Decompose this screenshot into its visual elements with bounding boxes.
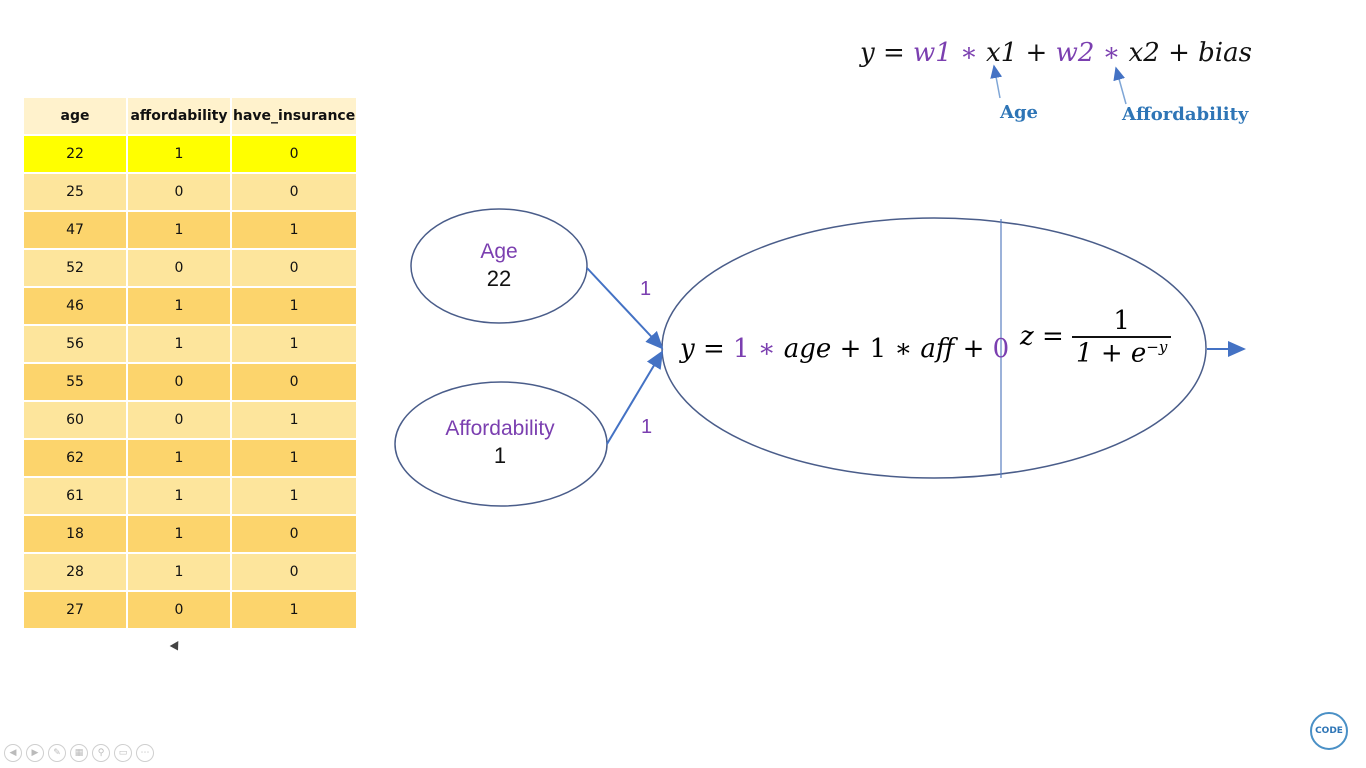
prev-slide-icon[interactable]: ◀ xyxy=(4,744,22,762)
x2-pointer-arrow xyxy=(1113,66,1127,105)
lin-age: age xyxy=(783,334,832,364)
lin-plus2: + xyxy=(962,334,985,364)
lin-aff: aff xyxy=(920,334,955,364)
age-node-title: Age xyxy=(480,240,518,263)
next-slide-icon[interactable]: ▶ xyxy=(26,744,44,762)
sigmoid-fraction: 1 1 + e−y xyxy=(1072,306,1172,369)
lin-star: ∗ xyxy=(757,334,776,364)
sig-den-base: 1 + e xyxy=(1076,338,1147,369)
sig-numerator: 1 xyxy=(1072,306,1172,338)
affordability-node-content: Affordability 1 xyxy=(420,417,580,469)
lin-y: y xyxy=(680,334,695,364)
sig-denominator: 1 + e−y xyxy=(1072,338,1171,369)
lin-bias: 0 xyxy=(992,334,1010,364)
network-diagram xyxy=(394,64,1246,507)
affordability-node-title: Affordability xyxy=(445,417,555,440)
pen-icon[interactable]: ✎ xyxy=(48,744,66,762)
affordability-edge-arrow xyxy=(606,350,664,445)
affordability-node-value: 1 xyxy=(493,443,507,468)
sig-exponent: −y xyxy=(1146,338,1168,356)
affordability-weight: 1 xyxy=(641,416,653,438)
more-options-icon[interactable]: ⋯ xyxy=(136,744,154,762)
lin-plus: + xyxy=(839,334,862,364)
sig-eq: = xyxy=(1041,321,1064,352)
age-node-content: Age 22 xyxy=(439,240,559,292)
sig-z: z xyxy=(1020,321,1034,352)
slideshow-controls: ◀ ▶ ✎ ▦ ⚲ ▭ ⋯ xyxy=(4,744,154,762)
sigmoid-equation: z = 1 1 + e−y xyxy=(1020,306,1172,369)
age-weight: 1 xyxy=(640,278,652,300)
lin-w2: 1 xyxy=(869,334,887,364)
lin-star2: ∗ xyxy=(894,334,913,364)
linear-equation: y = 1 ∗ age + 1 ∗ aff + 0 xyxy=(680,334,1009,364)
zoom-icon[interactable]: ⚲ xyxy=(92,744,110,762)
lin-w1: 1 xyxy=(733,334,750,364)
x1-pointer-arrow xyxy=(990,64,1003,99)
slides-grid-icon[interactable]: ▦ xyxy=(70,744,88,762)
codebasics-logo: CODE xyxy=(1310,712,1348,750)
screen-icon[interactable]: ▭ xyxy=(114,744,132,762)
lin-eq: = xyxy=(702,334,725,364)
age-node-value: 22 xyxy=(486,266,512,291)
